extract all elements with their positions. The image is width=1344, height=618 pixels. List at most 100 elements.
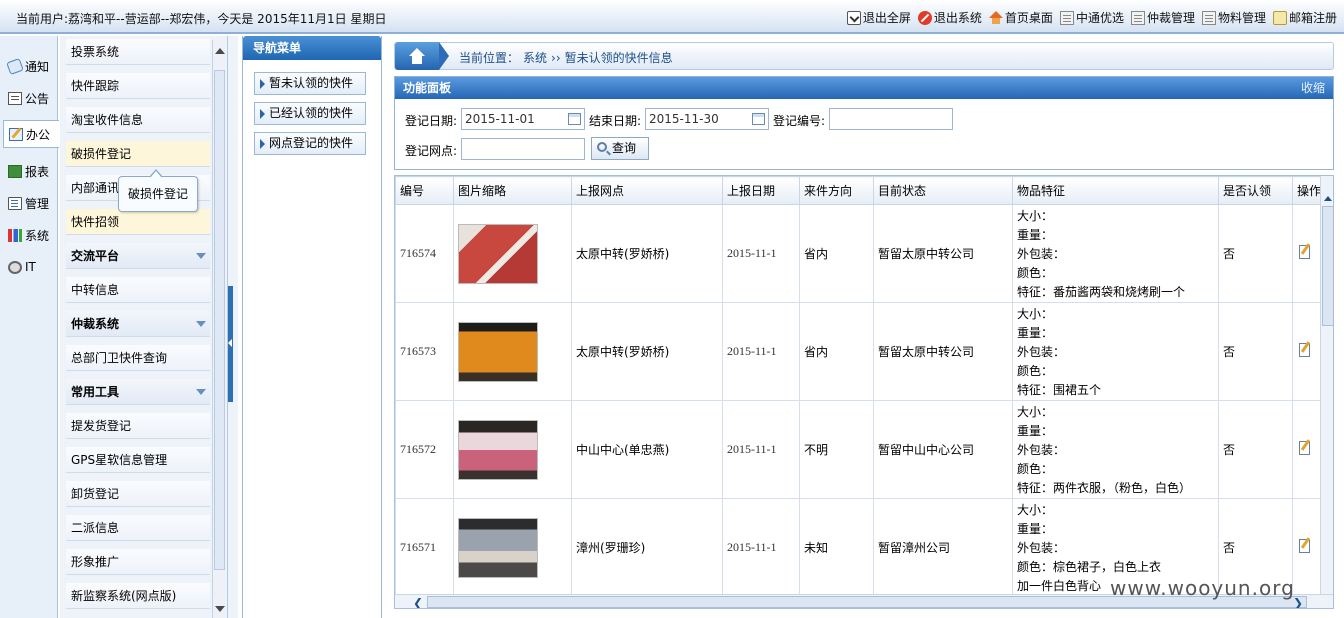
scroll-thumb[interactable] (1322, 206, 1333, 326)
sidebar-group-exchange[interactable]: 交流平台 (66, 243, 210, 269)
cell-branch: 漳州(罗珊珍) (571, 498, 723, 597)
cell-claimed: 否 (1218, 400, 1293, 499)
edit-icon[interactable] (1299, 343, 1310, 357)
calendar-icon[interactable] (752, 113, 765, 125)
scroll-thumb[interactable] (214, 70, 225, 570)
cell-claimed: 否 (1218, 302, 1293, 401)
sidebar-group-tools[interactable]: 常用工具 (66, 379, 210, 405)
scroll-left-icon[interactable]: ❮ (413, 597, 423, 608)
col-header-thumb[interactable]: 图片缩略 (453, 176, 572, 205)
sidebar-item-promotion[interactable]: 形象推广 (66, 549, 210, 575)
reg-branch-input[interactable] (461, 138, 585, 160)
sidebar-group-arbitration[interactable]: 仲裁系统 (66, 311, 210, 337)
cell-id: 716572 (395, 400, 454, 499)
module-office[interactable]: 办公 (3, 120, 59, 148)
breadcrumb: 当前位置： 系统 ›› 暂未认领的快件信息 (394, 42, 1334, 70)
cell-direction: 省内 (799, 204, 874, 303)
edit-icon[interactable] (1299, 245, 1310, 259)
collapse-handle[interactable] (228, 286, 233, 402)
sidebar-item-inspection[interactable]: 新监察系统(网点版) (66, 583, 210, 609)
home-desktop-link[interactable]: 首页桌面 (988, 9, 1053, 26)
module-report[interactable]: 报表 (3, 157, 57, 185)
breadcrumb-prefix: 当前位置： (459, 51, 520, 65)
materials-link[interactable]: 物料管理 (1201, 9, 1266, 26)
nav-menu-panel: 导航菜单 暂未认领的快件 已经认领的快件 网点登记的快件 (242, 36, 382, 618)
cell-thumb (453, 498, 572, 597)
sidebar-item-voting[interactable]: 投票系统 (66, 39, 210, 65)
collapse-button[interactable]: 收缩 (1301, 77, 1325, 99)
grid-vertical-scrollbar[interactable] (1320, 176, 1333, 595)
tooltip: 破损件登记 (118, 169, 198, 212)
it-icon (8, 260, 22, 274)
col-header-status[interactable]: 目前状态 (873, 176, 1013, 205)
chevron-down-icon (196, 253, 206, 259)
breadcrumb-system[interactable]: 系统 (523, 51, 547, 65)
module-announcement[interactable]: 公告 (3, 84, 57, 112)
mail-register-link[interactable]: 邮箱注册 (1272, 9, 1337, 26)
end-date-input[interactable]: 2015-11-30 (645, 108, 769, 130)
reg-number-label: 登记编号: (773, 114, 826, 128)
function-panel: 功能面板 收缩 登记日期: 2015-11-01 结束日期: 2015-11-30… (394, 76, 1334, 170)
unclaimed-table: 编号 图片缩略 上报网点 上报日期 来件方向 目前状态 物品特征 是否认领 操作… (395, 176, 1329, 597)
sidebar-item-tracking[interactable]: 快件跟踪 (66, 73, 210, 99)
office-icon (9, 127, 23, 141)
col-header-claimed[interactable]: 是否认领 (1218, 176, 1293, 205)
top-bar: 当前用户:荔湾和平--营运部--郑宏伟，今天是 2015年11月1日 星期日 退… (0, 0, 1344, 34)
item-thumbnail[interactable] (458, 321, 538, 382)
zto-select-link[interactable]: 中通优选 (1059, 9, 1124, 26)
sidebar-item-transit[interactable]: 中转信息 (66, 277, 210, 303)
item-thumbnail[interactable] (458, 419, 538, 480)
sidebar-scrollbar[interactable] (212, 40, 226, 618)
scroll-up-icon[interactable] (215, 48, 225, 54)
main-content: 当前位置： 系统 ›› 暂未认领的快件信息 功能面板 收缩 登记日期: 2015-11-… (394, 36, 1334, 618)
home-button[interactable] (395, 42, 449, 70)
col-header-direction[interactable]: 来件方向 (799, 176, 874, 205)
col-header-branch[interactable]: 上报网点 (571, 176, 723, 205)
item-thumbnail[interactable] (458, 517, 538, 578)
nav-item-unclaimed[interactable]: 暂未认领的快件 (254, 72, 366, 95)
sidebar-item-redelivery[interactable]: 二派信息 (66, 515, 210, 541)
module-manage[interactable]: 管理 (3, 189, 57, 217)
panel-splitter[interactable] (228, 36, 238, 618)
nav-item-claimed[interactable]: 已经认领的快件 (254, 102, 366, 125)
module-notice[interactable]: 通知 (3, 52, 57, 80)
edit-icon[interactable] (1299, 441, 1310, 455)
edit-icon[interactable] (1299, 539, 1310, 553)
sidebar-item-gate-query[interactable]: 总部门卫快件查询 (66, 345, 210, 371)
cell-thumb (453, 302, 572, 401)
col-header-date[interactable]: 上报日期 (722, 176, 800, 205)
col-header-id[interactable]: 编号 (395, 176, 454, 205)
exit-fullscreen-link[interactable]: 退出全屏 (846, 9, 911, 26)
module-bar: 通知 公告 办公 报表 管理 系统 IT (0, 36, 59, 618)
module-it[interactable]: IT (3, 253, 57, 281)
arbitration-link[interactable]: 仲裁管理 (1130, 9, 1195, 26)
cell-date: 2015-11-1 (722, 400, 800, 499)
sidebar-item-damage-register[interactable]: 破损件登记 (66, 141, 210, 167)
nav-item-branch-registered[interactable]: 网点登记的快件 (254, 132, 366, 155)
sidebar-item-dispatch[interactable]: 提发货登记 (66, 413, 210, 439)
item-thumbnail[interactable] (458, 223, 538, 284)
start-date-input[interactable]: 2015-11-01 (461, 108, 585, 130)
scroll-down-icon[interactable] (215, 606, 225, 612)
cell-date: 2015-11-1 (722, 204, 800, 303)
scroll-up-icon[interactable] (1324, 196, 1332, 201)
sidebar-item-gps[interactable]: GPS星软信息管理 (66, 447, 210, 473)
query-button[interactable]: 查询 (591, 137, 649, 160)
module-system[interactable]: 系统 (3, 221, 57, 249)
cell-thumb (453, 204, 572, 303)
cell-status: 暂留太原中转公司 (873, 204, 1013, 303)
document-icon (1130, 10, 1145, 25)
home-icon (409, 48, 425, 64)
reg-number-input[interactable] (829, 108, 953, 130)
table-row: 716573 太原中转(罗娇桥) 2015-11-1 省内 暂留太原中转公司 大… (395, 302, 1329, 401)
sidebar-item-taobao[interactable]: 淘宝收件信息 (66, 107, 210, 133)
sidebar-item-lost-found[interactable]: 快件招领 (66, 209, 210, 235)
logout-link[interactable]: 退出系统 (917, 9, 982, 26)
cell-date: 2015-11-1 (722, 498, 800, 597)
function-sidebar: 投票系统 快件跟踪 淘宝收件信息 破损件登记 内部通讯 快件招领 交流平台 中转… (60, 36, 228, 618)
logout-icon (917, 10, 932, 25)
sidebar-item-unloading[interactable]: 卸货登记 (66, 481, 210, 507)
calendar-icon[interactable] (568, 113, 581, 125)
col-header-feature[interactable]: 物品特征 (1012, 176, 1219, 205)
nav-menu-title: 导航菜单 (243, 36, 381, 60)
